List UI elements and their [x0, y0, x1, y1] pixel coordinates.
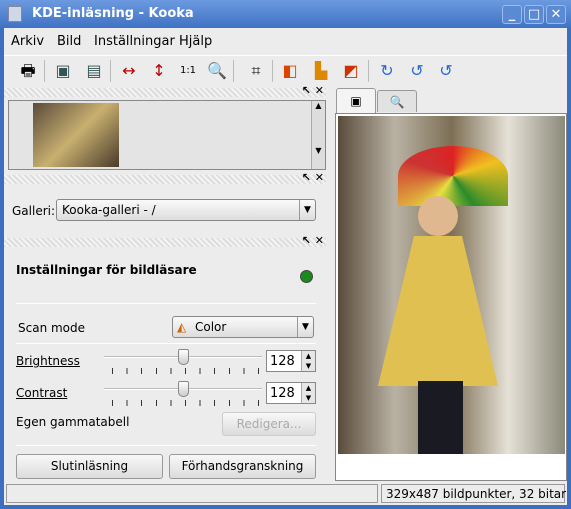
brightness-ticks — [112, 368, 259, 374]
minimize-button[interactable]: _ — [502, 5, 522, 24]
divider — [16, 445, 316, 446]
magnifier-icon: 🔍 — [389, 95, 405, 109]
image-icon: ▣ — [350, 94, 362, 108]
contrast-ticks — [112, 400, 259, 406]
scanner-title: Inställningar för bildläsare — [16, 263, 197, 277]
scanner-settings-panel: ↖ ✕ Inställningar för bildläsare Scan mo… — [4, 234, 330, 482]
brightness-value: 128 — [270, 354, 295, 369]
mirror-both-icon[interactable]: ◩ — [339, 59, 363, 83]
edit-gamma-button[interactable]: Redigera... — [222, 412, 316, 436]
rotate-counterclockwise-icon[interactable]: ↺ — [405, 59, 429, 83]
menu-arkiv[interactable]: Arkiv — [11, 34, 44, 49]
gallery-select[interactable]: Kooka-galleri - / ▼ — [56, 199, 316, 221]
thumbnail-panel: ↖ ✕ ▲ ▼ — [4, 84, 330, 172]
fit-height-icon[interactable]: ↕ — [147, 59, 171, 83]
status-left — [6, 484, 378, 503]
thumbnail-image[interactable] — [33, 103, 119, 167]
app-icon — [8, 6, 22, 22]
main-area: Arkiv Bild Inställningar Hjälp 🖶 ▣ ▤ ↔ ↕… — [4, 28, 567, 505]
gallery-value: Kooka-galleri - / — [62, 203, 156, 217]
dock-handle: ↖ ✕ — [4, 84, 326, 97]
thumbnail-scrollbar[interactable]: ▲ ▼ — [311, 101, 325, 169]
title-bar[interactable]: KDE-inläsning - Kooka _ □ ✕ — [0, 0, 571, 28]
menu-bild[interactable]: Bild — [57, 34, 81, 49]
crop-icon[interactable]: ⌗ — [244, 59, 268, 83]
scanned-image[interactable] — [338, 116, 565, 454]
spin-up-icon[interactable]: ▲ — [301, 383, 315, 393]
zoom-icon[interactable]: 🔍 — [205, 59, 229, 83]
dock-handle: ↖ ✕ — [4, 171, 326, 184]
contrast-slider-handle[interactable] — [178, 381, 189, 397]
window-title: KDE-inläsning - Kooka — [32, 6, 194, 21]
separator — [233, 60, 234, 82]
chevron-down-icon: ▼ — [299, 200, 315, 220]
brightness-slider-handle[interactable] — [178, 349, 189, 365]
menu-bar: Arkiv Bild Inställningar Hjälp — [4, 28, 567, 54]
scan-mode-select[interactable]: ◭ Color ▼ — [172, 316, 314, 338]
fit-width-icon[interactable]: ↔ — [117, 59, 141, 83]
brightness-label: Brightness — [16, 354, 80, 368]
save-image-icon[interactable]: ▣ — [51, 59, 75, 83]
tab-preview[interactable]: 🔍 — [377, 90, 417, 112]
preview-button[interactable]: Förhandsgranskning — [169, 454, 316, 479]
scan-mode-value: Color — [195, 320, 227, 334]
gallery-label: Galleri: — [12, 204, 56, 218]
status-image-info: 329x487 bildpunkter, 32 bitar — [381, 484, 566, 503]
menu-installningar[interactable]: Inställningar — [94, 34, 175, 49]
thumbnail-view: ▲ ▼ — [8, 100, 326, 170]
color-mode-icon: ◭ — [177, 320, 187, 334]
toolbar: 🖶 ▣ ▤ ↔ ↕ 1:1 🔍 ⌗ ◧ ▙ ◩ ↻ ↺ ↺ — [4, 55, 567, 87]
status-led-icon — [300, 270, 313, 283]
spin-down-icon[interactable]: ▼ — [301, 393, 315, 403]
headdress — [398, 146, 508, 206]
face — [418, 196, 458, 236]
dock-handle: ↖ ✕ — [4, 234, 326, 247]
brightness-spinbox[interactable]: 128 ▲ ▼ — [266, 350, 316, 372]
separator — [110, 60, 111, 82]
original-size-icon[interactable]: 1:1 — [176, 59, 200, 83]
final-scan-button[interactable]: Slutinläsning — [16, 454, 163, 479]
costume — [378, 236, 498, 386]
gamma-label: Egen gammatabell — [16, 415, 130, 429]
tab-image-viewer[interactable]: ▣ — [336, 88, 376, 113]
separator — [44, 60, 45, 82]
mirror-horizontal-icon[interactable]: ▙ — [309, 59, 333, 83]
printer-icon[interactable]: 🖶 — [16, 59, 40, 83]
legs — [418, 381, 463, 454]
spin-down-icon[interactable]: ▼ — [301, 361, 315, 371]
close-button[interactable]: ✕ — [546, 5, 566, 24]
chevron-down-icon: ▼ — [297, 317, 313, 337]
menu-hjalp[interactable]: Hjälp — [179, 34, 212, 49]
gallery-panel: ↖ ✕ Galleri: Kooka-galleri - / ▼ — [4, 171, 330, 235]
spin-up-icon[interactable]: ▲ — [301, 351, 315, 361]
rotate-clockwise-icon[interactable]: ↻ — [375, 59, 399, 83]
maximize-button[interactable]: □ — [524, 5, 544, 24]
scan-mode-label: Scan mode — [18, 321, 86, 335]
undock-close-icon[interactable]: ↖ ✕ — [302, 234, 324, 247]
divider — [16, 343, 316, 344]
kooka-window: KDE-inläsning - Kooka _ □ ✕ Arkiv Bild I… — [0, 0, 571, 509]
undock-close-icon[interactable]: ↖ ✕ — [302, 84, 324, 97]
image-viewer — [335, 113, 567, 481]
contrast-label: Contrast — [16, 386, 68, 400]
rotate-180-icon[interactable]: ↺ — [434, 59, 458, 83]
divider — [16, 303, 316, 304]
undock-close-icon[interactable]: ↖ ✕ — [302, 171, 324, 184]
contrast-value: 128 — [270, 386, 295, 401]
save-selection-icon[interactable]: ▤ — [82, 59, 106, 83]
mirror-vertical-icon[interactable]: ◧ — [278, 59, 302, 83]
separator — [272, 60, 273, 82]
contrast-spinbox[interactable]: 128 ▲ ▼ — [266, 382, 316, 404]
separator — [368, 60, 369, 82]
